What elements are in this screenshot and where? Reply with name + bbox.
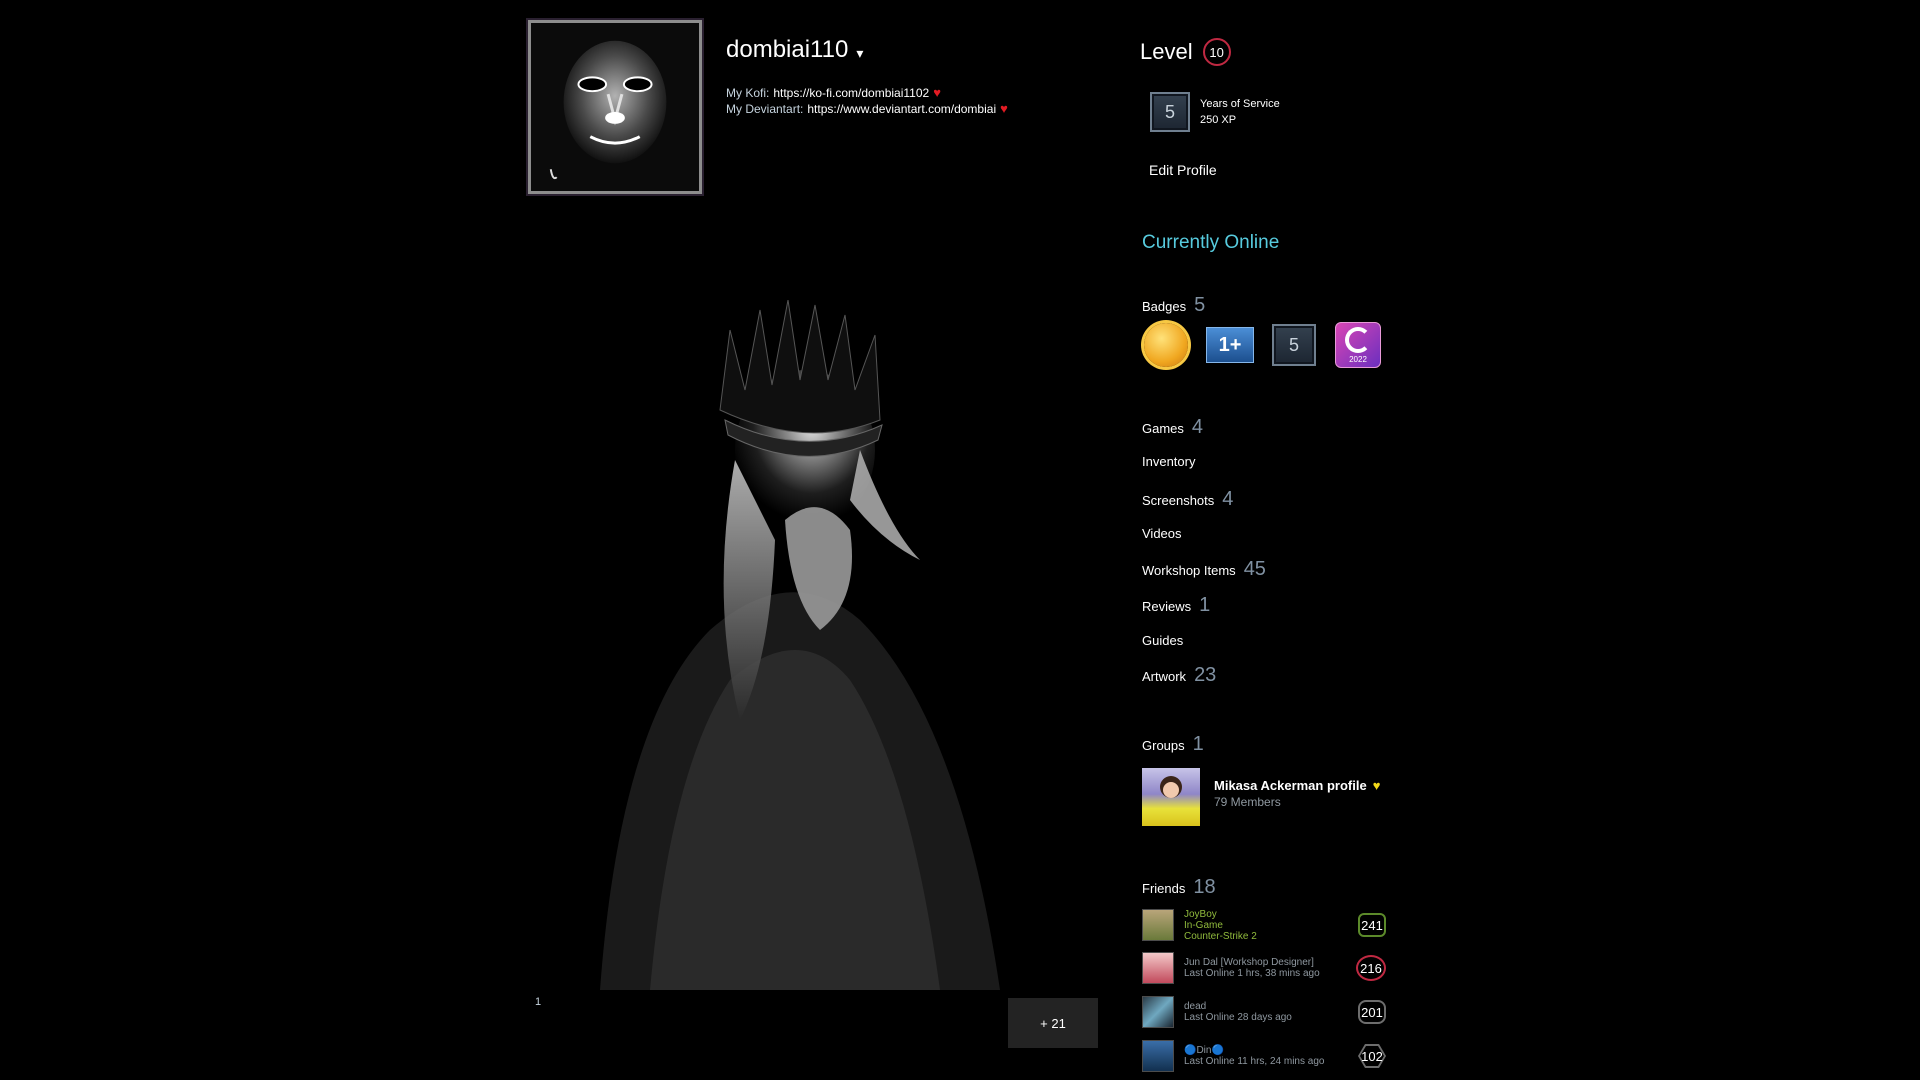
artwork-showcase[interactable] <box>560 300 1050 990</box>
service-badge-icon[interactable]: 5 <box>1270 322 1318 368</box>
online-status: Currently Online <box>1142 232 1280 253</box>
friend-name: dead <box>1184 1001 1207 1012</box>
summary-label: My Deviantart: <box>726 102 804 116</box>
stat-label: Screenshots <box>1142 493 1215 508</box>
stat-games[interactable]: Games 4 <box>1142 416 1203 439</box>
stat-label: Friends <box>1142 881 1186 896</box>
stat-label: Inventory <box>1142 454 1196 469</box>
friend-item[interactable]: 🔵Din🔵 Last Online 11 hrs, 24 mins ago 10… <box>1142 1037 1386 1075</box>
friend-status: In-Game <box>1184 919 1223 931</box>
group-name-text: Mikasa Ackerman profile <box>1214 778 1367 793</box>
group-name[interactable]: Mikasa Ackerman profile ♥ <box>1214 778 1380 793</box>
badges-header[interactable]: Badges 5 <box>1142 294 1205 317</box>
profile-level: Level 10 <box>1140 38 1231 66</box>
friend-level-text: 201 <box>1361 1004 1383 1020</box>
stat-count: 45 <box>1243 558 1266 580</box>
stat-label: Videos <box>1142 526 1182 541</box>
stat-count: 1 <box>1192 733 1204 755</box>
coin-badge-icon[interactable] <box>1142 322 1190 368</box>
friend-avatar[interactable] <box>1142 909 1174 941</box>
stat-label: Artwork <box>1142 669 1187 684</box>
profile-summary: My Kofi: https://ko-fi.com/dombiai1102 ♥… <box>726 85 1008 117</box>
edit-profile-button[interactable]: Edit Profile <box>1149 162 1217 178</box>
showcase-page-indicator[interactable]: 1 <box>535 996 541 1008</box>
friend-status: Last Online 28 days ago <box>1184 1012 1292 1023</box>
favorite-badge[interactable]: 5 Years of Service 250 XP <box>1150 92 1280 132</box>
mask-face-icon <box>531 23 699 191</box>
favorite-badge-name: Years of Service <box>1200 98 1280 110</box>
stat-count: 23 <box>1194 664 1217 686</box>
stat-count: 4 <box>1222 488 1234 510</box>
level-label: Level <box>1140 39 1193 64</box>
stat-count: 1 <box>1199 594 1211 616</box>
friend-item[interactable]: JoyBoy In-Game Counter-Strike 2 241 <box>1142 906 1386 944</box>
chevron-down-icon[interactable]: ▾ <box>856 45 863 62</box>
group-item[interactable]: Mikasa Ackerman profile ♥ 79 Members <box>1142 768 1380 826</box>
stat-workshop-items[interactable]: Workshop Items 45 <box>1142 558 1266 581</box>
friend-name: 🔵Din🔵 <box>1184 1045 1224 1056</box>
stat-label: Guides <box>1142 633 1184 648</box>
friend-item[interactable]: dead Last Online 28 days ago 201 <box>1142 993 1386 1031</box>
friend-item[interactable]: Jun Dal [Workshop Designer] Last Online … <box>1142 949 1386 987</box>
showcase-more-button[interactable]: + 21 <box>1008 998 1098 1048</box>
persona-name[interactable]: dombiai110 ▾ <box>726 36 863 64</box>
stat-count: 5 <box>1194 294 1206 316</box>
deviantart-link[interactable]: https://www.deviantart.com/dombiai <box>807 101 996 117</box>
friends-header[interactable]: Friends 18 <box>1142 876 1216 899</box>
heart-icon: ♥ <box>1000 101 1008 116</box>
friend-level: 216 <box>1356 955 1386 981</box>
friend-level: 241 <box>1358 913 1386 937</box>
summary-label: My Kofi: <box>726 86 770 100</box>
level-badge[interactable]: 10 <box>1202 38 1231 66</box>
friend-avatar[interactable] <box>1142 952 1174 984</box>
groups-header[interactable]: Groups 1 <box>1142 733 1204 756</box>
heart-icon: ♥ <box>1372 778 1381 793</box>
group-avatar[interactable] <box>1142 768 1200 826</box>
stat-inventory[interactable]: Inventory <box>1142 454 1195 469</box>
stat-videos[interactable]: Videos <box>1142 526 1182 541</box>
stat-artwork[interactable]: Artwork 23 <box>1142 664 1216 687</box>
stat-label: Games <box>1142 421 1184 436</box>
service-badge-text: 5 <box>1272 324 1316 366</box>
friend-level: 201 <box>1358 1000 1386 1024</box>
friend-status: Last Online 1 hrs, 38 mins ago <box>1184 968 1320 979</box>
stat-reviews[interactable]: Reviews 1 <box>1142 594 1210 617</box>
favorite-badge-xp: 250 XP <box>1200 114 1237 126</box>
friend-level-text: 102 <box>1361 1048 1383 1064</box>
friend-avatar[interactable] <box>1142 996 1174 1028</box>
crowned-figure-artwork <box>560 300 1050 990</box>
stat-label: Reviews <box>1142 599 1192 614</box>
stat-label: Workshop Items <box>1142 563 1236 578</box>
profile-avatar <box>528 20 702 194</box>
community-badge-icon[interactable]: 2022 <box>1334 322 1382 368</box>
service-badge-icon: 5 <box>1150 92 1190 132</box>
community-badge-year: 2022 <box>1349 355 1367 364</box>
stat-guides[interactable]: Guides <box>1142 633 1183 648</box>
heart-icon: ♥ <box>933 85 941 100</box>
kofi-link[interactable]: https://ko-fi.com/dombiai1102 <box>773 85 929 101</box>
friend-level: 102 <box>1358 1044 1386 1068</box>
summary-line-kofi: My Kofi: https://ko-fi.com/dombiai1102 ♥ <box>726 85 1008 101</box>
group-members: 79 Members <box>1214 795 1281 809</box>
stat-count: 18 <box>1193 876 1216 898</box>
friend-name: Jun Dal [Workshop Designer] <box>1184 957 1314 968</box>
friend-game: Counter-Strike 2 <box>1184 930 1257 942</box>
stat-screenshots[interactable]: Screenshots 4 <box>1142 488 1233 511</box>
years-badge-icon[interactable]: 1+ <box>1206 322 1254 368</box>
persona-name-text: dombiai110 <box>726 36 849 63</box>
friend-avatar[interactable] <box>1142 1040 1174 1072</box>
badges-list: 1+ 5 2022 <box>1142 322 1382 368</box>
friend-status: Last Online 11 hrs, 24 mins ago <box>1184 1056 1325 1067</box>
years-badge-text: 1+ <box>1206 327 1254 363</box>
friend-name: JoyBoy <box>1184 908 1217 920</box>
stat-label: Badges <box>1142 299 1187 314</box>
stat-label: Groups <box>1142 738 1185 753</box>
stat-count: 4 <box>1191 416 1204 438</box>
summary-line-deviantart: My Deviantart: https://www.deviantart.co… <box>726 101 1008 117</box>
